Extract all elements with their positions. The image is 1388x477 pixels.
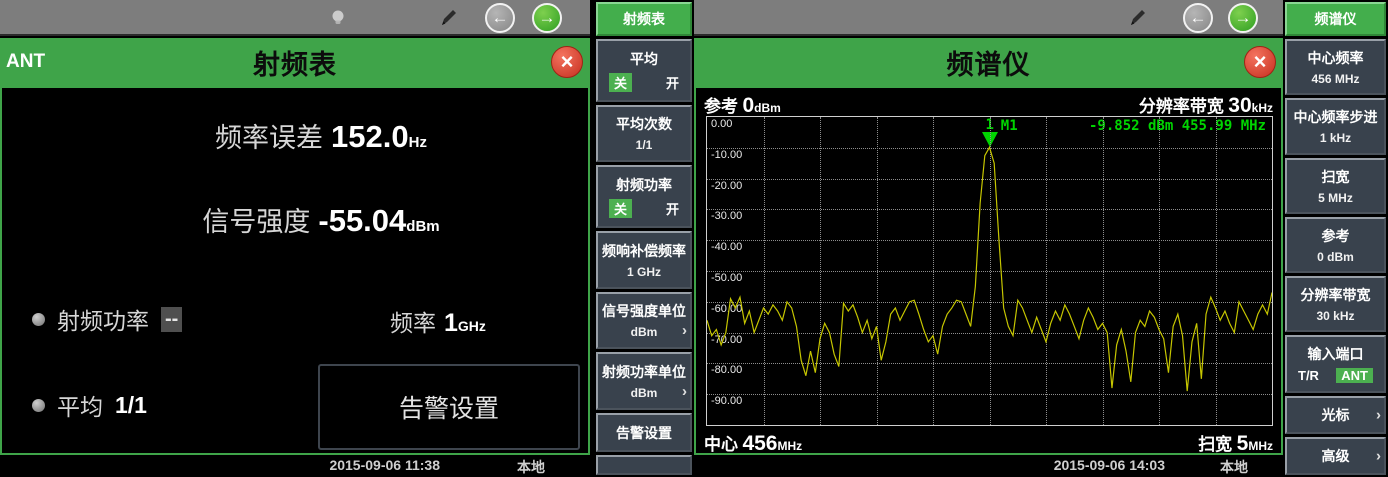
- menu-average-count[interactable]: 平均次数 1/1: [596, 105, 692, 163]
- frequency-value: 1: [444, 309, 458, 337]
- mode-right: 本地: [1220, 457, 1248, 477]
- right-topbar: ← →: [694, 0, 1283, 36]
- menu-rf-power-toggle[interactable]: 射频功率 关开: [596, 165, 692, 228]
- menu-compensation-freq[interactable]: 频响补偿频率 1 GHz: [596, 231, 692, 289]
- toggle-off[interactable]: 关: [609, 199, 632, 218]
- chevron-right-icon: ›: [682, 383, 687, 400]
- spectrum-panel: ← → 频谱仪 × 参考 0dBm 分辨率带宽 30kHz 1 M1 -9.85…: [694, 0, 1283, 477]
- spectrum-menu: 频谱仪 中心频率 456 MHz 中心频率步进 1 kHz 扫宽 5 MHz 参…: [1283, 0, 1388, 477]
- signal-level-label: 信号强度: [202, 207, 310, 237]
- average-row: 平均 1/1: [32, 388, 147, 422]
- chevron-right-icon: ›: [682, 322, 687, 339]
- spectrum-titlebar: 频谱仪 ×: [694, 38, 1283, 86]
- rbw-readout: 分辨率带宽 30kHz: [1139, 92, 1273, 118]
- menu-input-port[interactable]: 输入端口 T/RANT: [1285, 335, 1386, 392]
- spectrum-plot: 1 M1 -9.852 dBm 455.99 MHz 0.00-10.00-20…: [706, 116, 1273, 426]
- stylus-icon: [438, 8, 458, 28]
- trace-svg: [707, 117, 1272, 425]
- instrument-screen: ← → ANT 射频表 × 频率误差 152.0Hz 信号强度 -55.04dBm …: [0, 0, 1388, 477]
- chevron-right-icon: ›: [1376, 447, 1381, 464]
- menu-empty: [596, 455, 692, 475]
- chevron-right-icon: ›: [1376, 406, 1381, 423]
- stylus-icon: [1127, 8, 1147, 28]
- spectrum-content: 参考 0dBm 分辨率带宽 30kHz 1 M1 -9.852 dBm 455.…: [694, 86, 1283, 455]
- menu-center-frequency[interactable]: 中心频率 456 MHz: [1285, 39, 1386, 95]
- average-value: 1/1: [115, 392, 147, 419]
- rf-meter-menu: 射频表 平均 关开 平均次数 1/1 射频功率 关开 频响补偿频率 1 GHz …: [594, 0, 694, 477]
- menu-reference[interactable]: 参考 0 dBm: [1285, 217, 1386, 273]
- average-label: 平均: [57, 388, 103, 422]
- port-option-tr[interactable]: T/R: [1298, 368, 1319, 383]
- forward-button[interactable]: →: [1228, 3, 1258, 33]
- menu-rf-meter[interactable]: 射频表: [596, 2, 692, 36]
- alarm-settings-button[interactable]: 告警设置: [318, 364, 580, 450]
- port-option-ant[interactable]: ANT: [1336, 368, 1373, 383]
- menu-signal-level-unit[interactable]: 信号强度单位 dBm ›: [596, 292, 692, 350]
- spectrum-footer-row: 中心 456MHz 扫宽 5MHz: [704, 430, 1273, 456]
- clock-left: 2015-09-06 11:38: [329, 457, 440, 473]
- menu-rbw[interactable]: 分辨率带宽 30 kHz: [1285, 276, 1386, 332]
- back-button[interactable]: ←: [485, 3, 515, 33]
- rf-meter-panel: ← → ANT 射频表 × 频率误差 152.0Hz 信号强度 -55.04dBm …: [0, 0, 590, 477]
- span-readout: 扫宽 5MHz: [1198, 430, 1273, 456]
- toggle-off[interactable]: 关: [609, 73, 632, 92]
- bullet-icon: [32, 399, 45, 412]
- spectrum-trace: [707, 147, 1272, 391]
- frequency-label: 频率: [390, 310, 436, 336]
- clock-right: 2015-09-06 14:03: [1054, 457, 1165, 473]
- mode-left: 本地: [517, 457, 545, 477]
- close-icon[interactable]: ×: [551, 46, 583, 78]
- menu-marker[interactable]: 光标 ›: [1285, 396, 1386, 434]
- left-statusbar: 2015-09-06 11:38 本地: [0, 455, 590, 477]
- bullet-icon: [32, 313, 45, 326]
- rf-meter-content: 频率误差 152.0Hz 信号强度 -55.04dBm 射频功率 -- 频率 1GHz…: [0, 86, 590, 455]
- frequency-error-label: 频率误差: [215, 123, 323, 153]
- menu-alarm-settings[interactable]: 告警设置: [596, 413, 692, 453]
- signal-level-value: -55.04: [318, 203, 406, 238]
- menu-rf-power-unit[interactable]: 射频功率单位 dBm ›: [596, 352, 692, 410]
- menu-advanced[interactable]: 高级 ›: [1285, 437, 1386, 475]
- toggle-on[interactable]: 开: [666, 73, 679, 92]
- signal-level-unit: dBm: [406, 218, 439, 235]
- port-label: ANT: [6, 51, 45, 73]
- menu-center-freq-step[interactable]: 中心频率步进 1 kHz: [1285, 98, 1386, 154]
- frequency-error-unit: Hz: [409, 134, 427, 151]
- bulb-icon: [330, 8, 346, 28]
- rf-power-row: 射频功率 --: [32, 302, 182, 336]
- page-title: 频谱仪: [947, 43, 1031, 82]
- close-icon[interactable]: ×: [1244, 46, 1276, 78]
- rf-power-label: 射频功率: [57, 302, 149, 336]
- signal-level-reading: 信号强度 -55.04dBm: [28, 200, 614, 239]
- frequency-unit: GHz: [458, 318, 486, 334]
- menu-span[interactable]: 扫宽 5 MHz: [1285, 158, 1386, 214]
- page-title: 射频表: [253, 43, 337, 82]
- menu-average-toggle[interactable]: 平均 关开: [596, 39, 692, 102]
- toggle-on[interactable]: 开: [666, 199, 679, 218]
- frequency-error-reading: 频率误差 152.0Hz: [28, 116, 614, 155]
- forward-button[interactable]: →: [532, 3, 562, 33]
- center-freq-readout: 中心 456MHz: [704, 430, 802, 456]
- rf-power-value: --: [161, 307, 182, 332]
- left-topbar: ← →: [0, 0, 590, 36]
- back-button[interactable]: ←: [1183, 3, 1213, 33]
- right-statusbar: 2015-09-06 14:03 本地: [694, 455, 1283, 477]
- reference-readout: 参考 0dBm: [704, 92, 781, 118]
- rf-meter-titlebar: ANT 射频表 ×: [0, 38, 590, 86]
- menu-spectrum[interactable]: 频谱仪: [1285, 2, 1386, 36]
- frequency-readout: 频率 1GHz: [390, 304, 486, 338]
- frequency-error-value: 152.0: [331, 119, 409, 154]
- spectrum-header-row: 参考 0dBm 分辨率带宽 30kHz: [704, 92, 1273, 118]
